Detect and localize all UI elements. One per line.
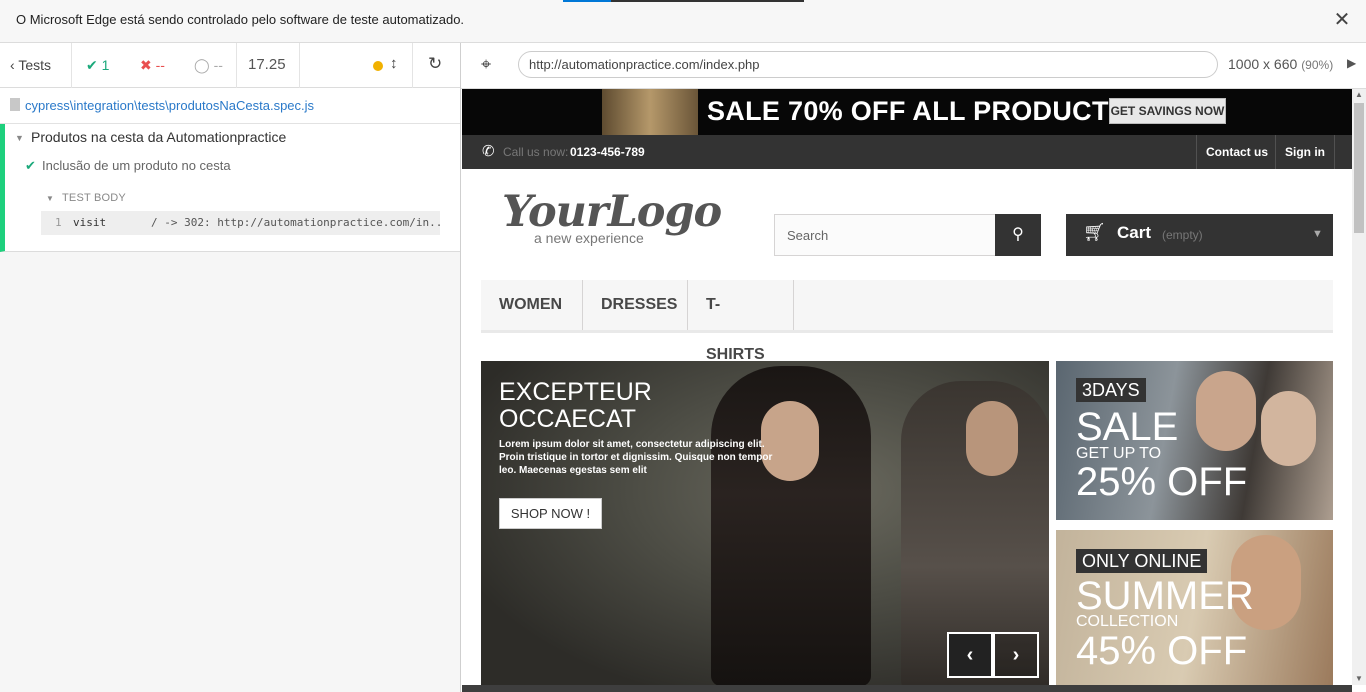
banner-model-image [1196, 371, 1256, 451]
command-row[interactable]: 1 visit / -> 302: http://automationpract… [41, 211, 440, 235]
menu-item-women[interactable]: WOMEN [481, 280, 583, 330]
cart-icon: 🛒︎ [1083, 222, 1106, 242]
command-message: / -> 302: http://automationpractice.com/… [151, 216, 440, 229]
passed-stat: ✔ 1 [86, 43, 109, 88]
search-input[interactable] [775, 215, 995, 255]
scroll-up-icon[interactable]: ▲ [1352, 89, 1366, 101]
stats-divider [299, 43, 300, 88]
pending-stat: ◯ -- [194, 43, 223, 88]
url-display: http://automationpractice.com/index.php [518, 51, 1218, 78]
promo-text: SALE 70% OFF ALL PRODUCTS [707, 96, 1128, 126]
x-icon: ✖ [140, 57, 152, 73]
promo-banner-summer[interactable]: ONLY ONLINE SUMMER COLLECTION 45% OFF [1056, 530, 1333, 685]
running-indicator-icon [373, 61, 383, 71]
automation-notice-text: O Microsoft Edge está sendo controlado p… [16, 12, 465, 27]
site-logo[interactable]: YourLogo a new experience [502, 187, 722, 251]
info-caret-icon[interactable]: ▶ [1347, 56, 1356, 70]
promo-banner-3days[interactable]: 3DAYS SALE GET UP TO 25% OFF [1056, 361, 1333, 520]
slider-model-image [966, 401, 1018, 476]
slider-headline-line: OCCAECAT [499, 405, 637, 433]
promo-model-image [602, 89, 698, 135]
banner-title: SUMMER [1076, 574, 1254, 618]
banner-title: SALE [1076, 405, 1179, 449]
chevron-right-icon[interactable]: › [993, 632, 1039, 678]
banner-subtitle: COLLECTION [1076, 613, 1179, 630]
auto-scroll-icon[interactable]: ↕ [390, 55, 398, 72]
menu-item-tshirts[interactable]: T-SHIRTS [688, 280, 794, 363]
slider-text: Lorem ipsum dolor sit amet, consectetur … [499, 439, 773, 476]
file-icon [10, 98, 20, 111]
test-body-label: TEST BODY [62, 192, 126, 204]
slider-headline-line: EXCEPTEUR [499, 378, 652, 406]
chevron-left-icon: ‹ [10, 57, 15, 73]
banner-tag: ONLY ONLINE [1076, 549, 1208, 573]
cart-button[interactable]: 🛒︎ Cart (empty) ▼ [1066, 214, 1333, 256]
test-title[interactable]: Inclusão de um produto no cesta [42, 158, 231, 173]
selector-playground-icon[interactable]: ⌖ [481, 54, 491, 75]
suite-block: ▼ Produtos na cesta da Automationpractic… [0, 124, 460, 252]
contact-us-link[interactable]: Contact us [1196, 135, 1277, 169]
check-icon: ✔ [25, 158, 36, 173]
category-menu: WOMEN DRESSES T-SHIRTS [481, 280, 1333, 363]
viewport-scrollbar[interactable]: ▲ ▼ [1352, 89, 1366, 685]
command-name: visit [73, 216, 107, 229]
cypress-reporter: ‹ Tests ✔ 1 ✖ -- ◯ -- 17.25 ↕ ↻ cypress\… [0, 43, 461, 692]
call-label: Call us now: [503, 145, 569, 159]
pending-count: -- [213, 57, 223, 73]
shop-now-button[interactable]: SHOP NOW ! [499, 498, 602, 529]
tests-button[interactable]: ‹ Tests [10, 43, 51, 88]
banner-tag: 3DAYS [1076, 378, 1146, 402]
promo-banner[interactable]: SALE 70% OFF ALL PRODUCTS GET SAVINGS NO… [462, 89, 1352, 135]
phone-icon: ✆ [482, 143, 495, 160]
search-button[interactable]: ⚲ [995, 214, 1041, 256]
suite-title[interactable]: Produtos na cesta da Automationpractice [31, 129, 286, 145]
reload-icon[interactable]: ↻ [428, 54, 442, 74]
close-icon[interactable]: ✕ [1333, 10, 1351, 30]
stats-divider [71, 43, 72, 88]
caret-down-icon[interactable]: ▼ [46, 194, 54, 203]
aut-header: ⌖ http://automationpractice.com/index.ph… [461, 43, 1366, 89]
passed-count: 1 [101, 57, 110, 73]
circle-icon: ◯ [194, 57, 210, 73]
search-icon: ⚲ [1012, 226, 1024, 243]
failed-count: -- [155, 57, 165, 73]
duration: 17.25 [248, 56, 286, 73]
banner-model-image [1261, 391, 1316, 466]
caret-down-icon[interactable]: ▼ [15, 133, 24, 143]
call-number: 0123-456-789 [570, 145, 645, 159]
top-nav-bar: ✆ Call us now: 0123-456-789 Contact us S… [462, 135, 1352, 169]
search-box: ⚲ [774, 214, 1041, 256]
chevron-left-icon[interactable]: ‹ [947, 632, 993, 678]
slider-headline: EXCEPTEUR OCCAECAT [499, 379, 652, 433]
viewport-scale: (90%) [1301, 58, 1334, 72]
command-number: 1 [55, 216, 62, 229]
stats-divider [236, 43, 237, 88]
cart-status: (empty) [1162, 228, 1203, 242]
reporter-stats-bar: ‹ Tests ✔ 1 ✖ -- ◯ -- 17.25 ↕ ↻ [0, 43, 460, 88]
failed-stat: ✖ -- [140, 43, 165, 88]
aut-iframe: SALE 70% OFF ALL PRODUCTS GET SAVINGS NO… [462, 89, 1352, 685]
automation-notice-bar: O Microsoft Edge está sendo controlado p… [0, 0, 1366, 43]
get-savings-button[interactable]: GET SAVINGS NOW [1109, 98, 1226, 124]
homepage-slider: EXCEPTEUR OCCAECAT Lorem ipsum dolor sit… [481, 361, 1049, 685]
tests-label: Tests [18, 57, 51, 73]
spec-path-link[interactable]: cypress\integration\tests\produtosNaCest… [25, 98, 314, 113]
logo-tagline: a new experience [534, 230, 644, 246]
caret-down-icon: ▼ [1312, 228, 1323, 240]
menu-item-dresses[interactable]: DRESSES [583, 280, 688, 330]
viewport-info[interactable]: 1000 x 660 (90%) [1228, 56, 1333, 72]
check-icon: ✔ [86, 57, 98, 73]
banner-offer: 45% OFF [1076, 629, 1248, 673]
banner-offer: 25% OFF [1076, 460, 1248, 504]
stats-divider [412, 43, 413, 88]
spec-file-bar: cypress\integration\tests\produtosNaCest… [0, 88, 460, 124]
scrollbar-thumb[interactable] [1354, 103, 1364, 233]
tab-accent-line [563, 0, 804, 2]
viewport-size: 1000 x 660 [1228, 56, 1298, 72]
viewport-bottom-edge [462, 685, 1352, 692]
cart-label: Cart [1117, 223, 1152, 242]
sign-in-link[interactable]: Sign in [1275, 135, 1335, 169]
scroll-down-icon[interactable]: ▼ [1352, 673, 1366, 685]
